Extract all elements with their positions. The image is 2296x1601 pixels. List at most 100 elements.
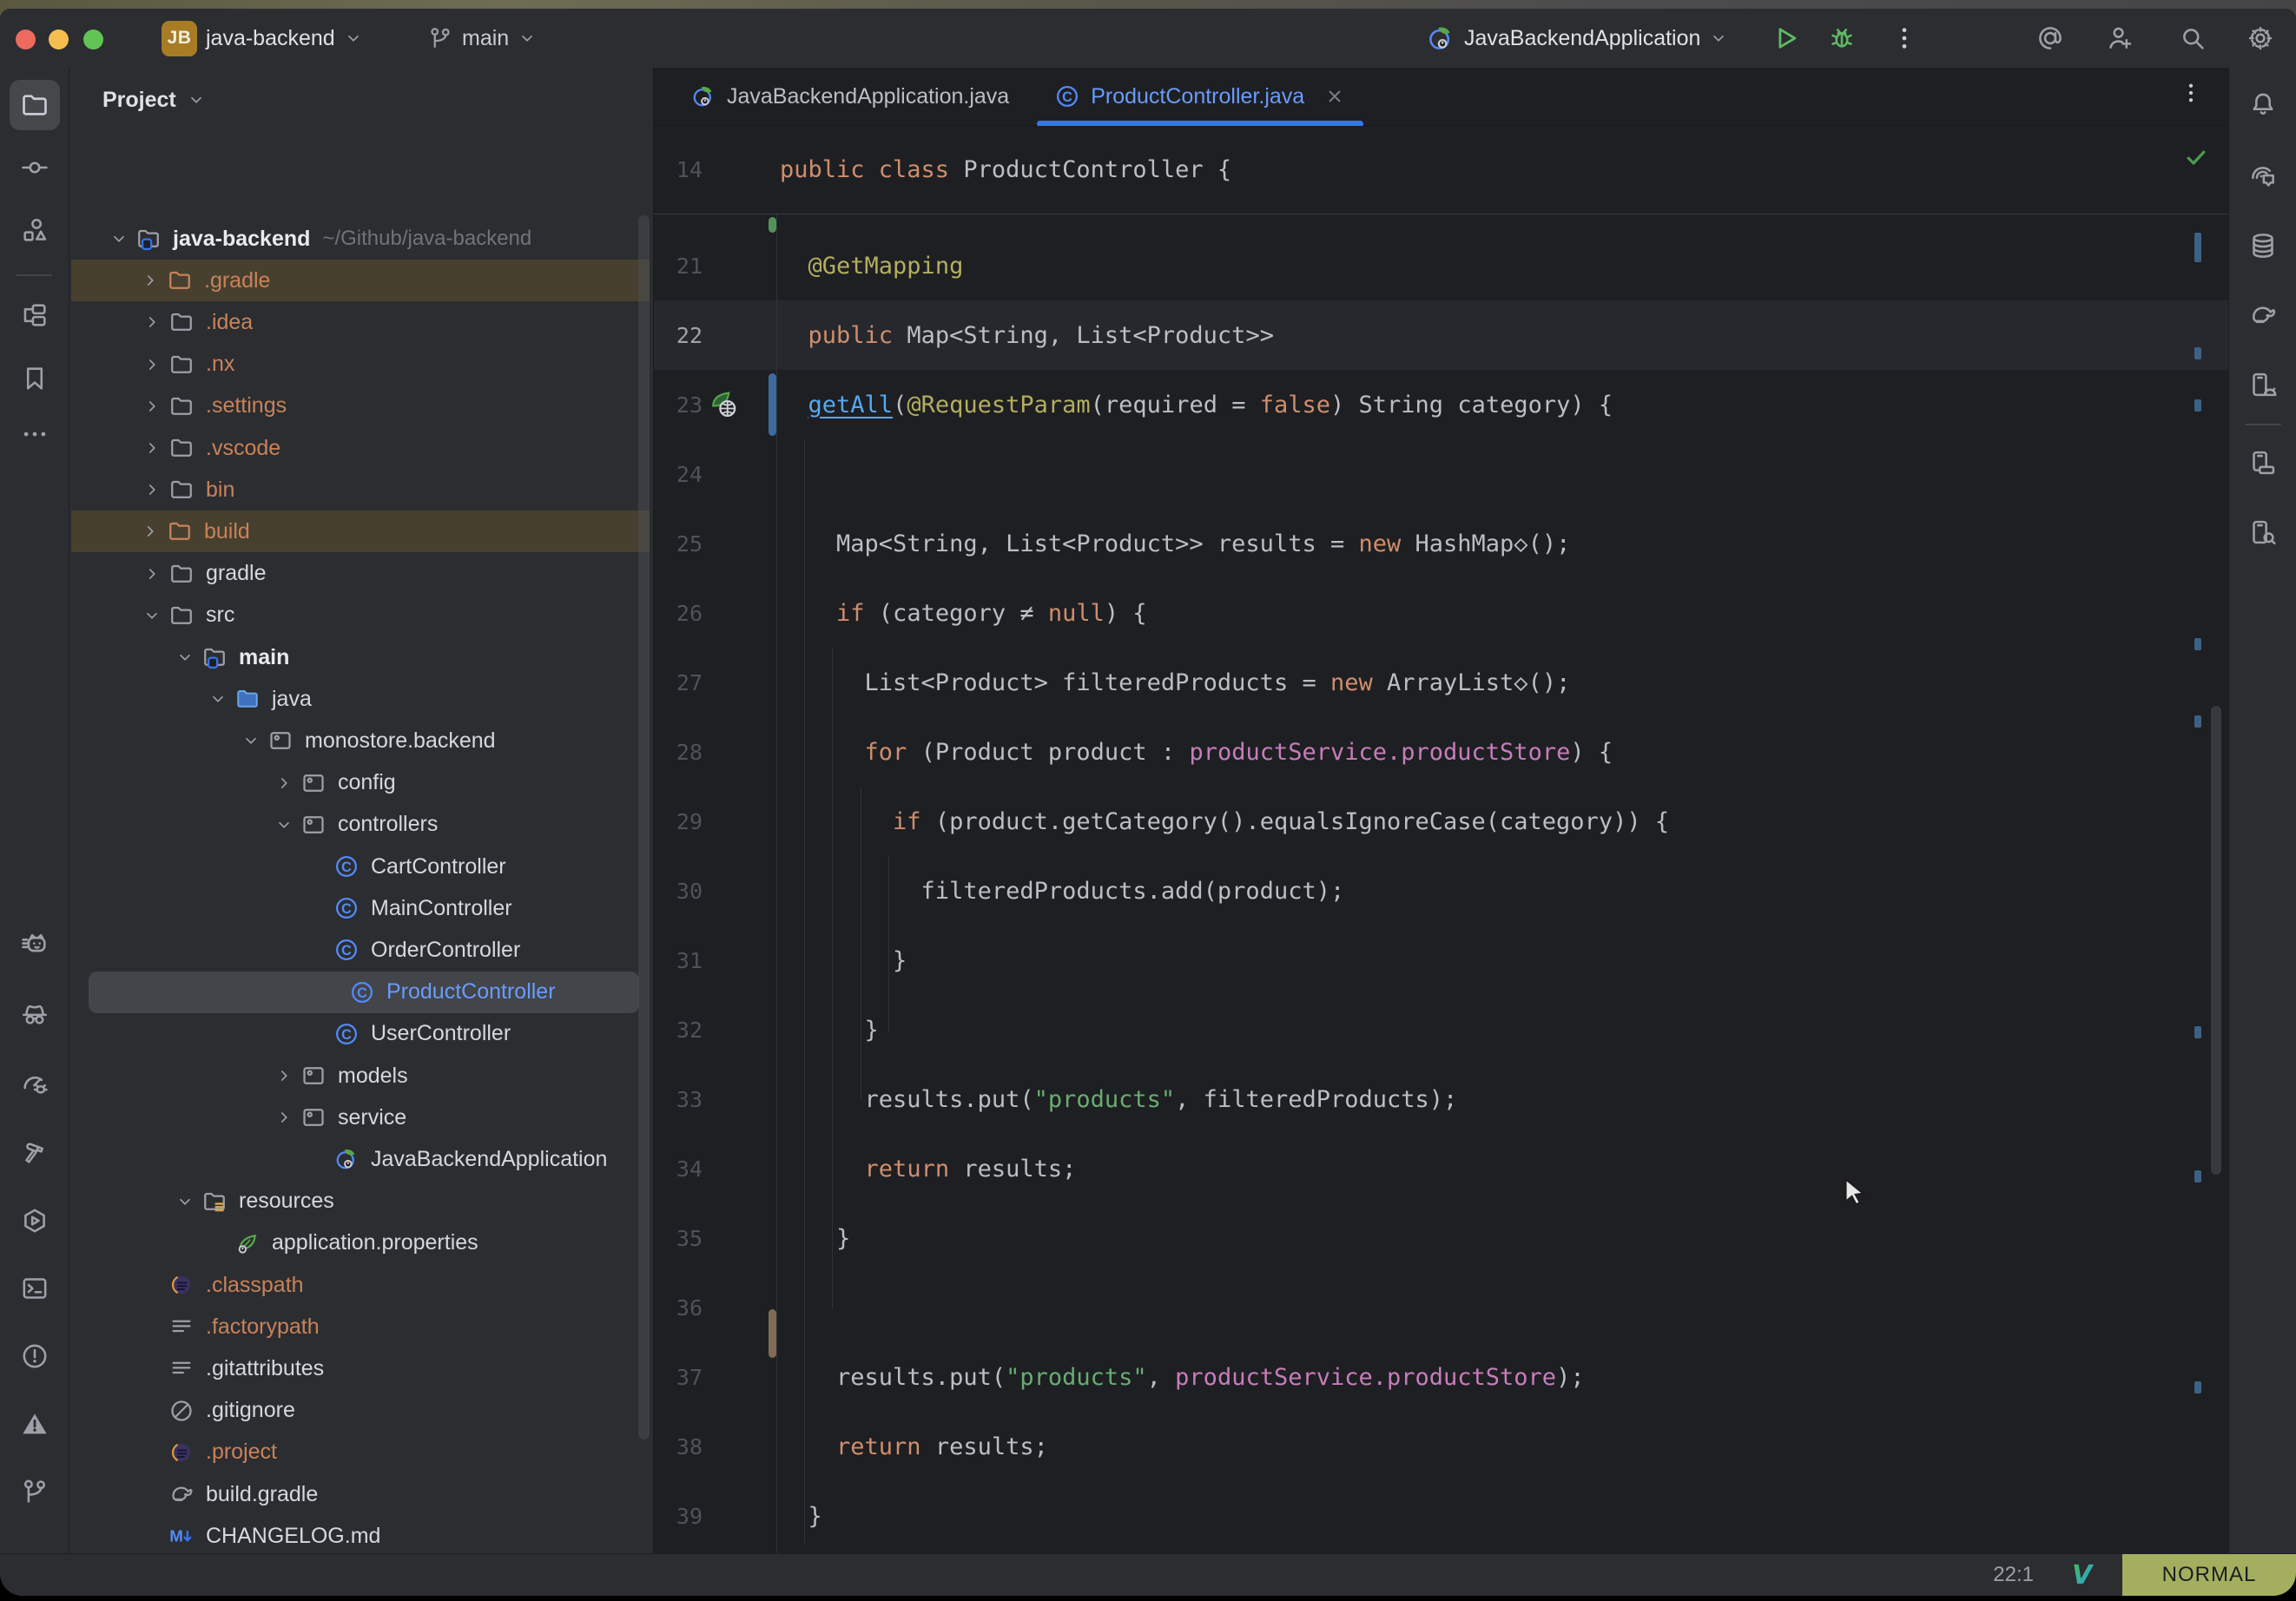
more-run-actions-button[interactable]: [1890, 9, 1919, 68]
tool-services-button[interactable]: [10, 1196, 60, 1246]
maximize-window-button[interactable]: [83, 30, 103, 49]
line-number[interactable]: 35: [654, 1203, 703, 1273]
tree-item--gitignore[interactable]: .gitignore: [73, 1390, 646, 1432]
project-tree-scrollbar[interactable]: [638, 215, 650, 1440]
tree-item-controllers[interactable]: controllers: [73, 804, 646, 846]
code-line-36[interactable]: 36: [654, 1273, 2228, 1342]
code-line-23[interactable]: 23 getAll(@RequestParam(required = false…: [654, 370, 2228, 439]
line-number[interactable]: 14: [654, 126, 703, 214]
minimize-window-button[interactable]: [49, 30, 69, 49]
tool-more-button[interactable]: [10, 409, 60, 459]
line-number[interactable]: 37: [654, 1342, 703, 1412]
caret-position[interactable]: 22:1: [1993, 1563, 2034, 1587]
line-number[interactable]: 30: [654, 856, 703, 926]
line-number[interactable]: 24: [654, 439, 703, 509]
line-number[interactable]: 27: [654, 648, 703, 717]
tree-item-config[interactable]: config: [73, 762, 646, 804]
branch-widget[interactable]: main: [427, 9, 537, 68]
chevron-right-icon[interactable]: [269, 1108, 299, 1127]
chevron-right-icon[interactable]: [137, 355, 167, 374]
line-number[interactable]: 28: [654, 717, 703, 787]
line-number[interactable]: 38: [654, 1412, 703, 1481]
tab-productcontroller-java[interactable]: CProductController.java: [1032, 68, 1369, 125]
chevron-right-icon[interactable]: [137, 313, 167, 332]
project-widget[interactable]: JB java-backend: [162, 9, 363, 68]
tree-item--project[interactable]: .project: [73, 1432, 646, 1473]
tool-ai-assistant-button[interactable]: [2238, 151, 2288, 201]
tree-item-main[interactable]: main: [73, 636, 646, 678]
request-mapping-icon[interactable]: [706, 370, 742, 439]
code-line-22[interactable]: 22 public Map<String, List<Product>>: [654, 300, 2228, 370]
code-line-28[interactable]: 28 for (Product product : productService…: [654, 717, 2228, 787]
chevron-right-icon[interactable]: [135, 271, 165, 290]
tree-item--settings[interactable]: .settings: [73, 385, 646, 427]
tool-copilot-button[interactable]: [10, 919, 60, 970]
tree-item-gradle[interactable]: gradle: [73, 553, 646, 595]
tab-javabackendapplication-java[interactable]: JavaBackendApplication.java: [668, 68, 1032, 125]
vim-mode-badge[interactable]: NORMAL: [2122, 1554, 2296, 1596]
ai-mentions-button[interactable]: [2035, 9, 2065, 68]
code-line-37[interactable]: 37 results.put("products", productServic…: [654, 1342, 2228, 1412]
tool-build-button[interactable]: [10, 1128, 60, 1178]
line-number[interactable]: 26: [654, 578, 703, 648]
chevron-down-icon[interactable]: [170, 1192, 200, 1211]
tool-warnings-button[interactable]: [10, 1399, 60, 1449]
chevron-right-icon[interactable]: [137, 564, 167, 583]
tree-item-usercontroller[interactable]: CUserController: [73, 1013, 646, 1055]
code-line-32[interactable]: 32 }: [654, 995, 2228, 1064]
chevron-right-icon[interactable]: [269, 774, 299, 793]
code-line-34[interactable]: 34 return results;: [654, 1134, 2228, 1203]
line-number[interactable]: 36: [654, 1273, 703, 1342]
tree-item--classpath[interactable]: .classpath: [73, 1264, 646, 1306]
line-number[interactable]: 23: [654, 370, 703, 439]
tool-git-button[interactable]: [10, 1466, 60, 1517]
tree-item-java-backend[interactable]: java-backend~/Github/java-backend: [73, 218, 646, 260]
inspections-ok-icon[interactable]: [2183, 144, 2209, 170]
tree-item--vscode[interactable]: .vscode: [73, 427, 646, 469]
line-number[interactable]: 22: [654, 300, 703, 370]
line-number[interactable]: 32: [654, 995, 703, 1064]
chevron-down-icon[interactable]: [203, 689, 233, 708]
run-configuration-widget[interactable]: JavaBackendApplication: [1426, 9, 1728, 68]
tree-item-maincontroller[interactable]: CMainController: [73, 887, 646, 929]
tree-item-service[interactable]: service: [73, 1097, 646, 1138]
line-number[interactable]: 33: [654, 1064, 703, 1134]
chevron-down-icon[interactable]: [269, 815, 299, 834]
tool-structure-button[interactable]: [10, 205, 60, 255]
tool-notifications-button[interactable]: [2238, 79, 2288, 129]
code-line-25[interactable]: 25 Map<String, List<Product>> results = …: [654, 509, 2228, 578]
tool-running-devices-button[interactable]: [2238, 438, 2288, 488]
tree-item-bin[interactable]: bin: [73, 469, 646, 511]
tree-item-src[interactable]: src: [73, 595, 646, 636]
tool-device-explorer-button[interactable]: [2238, 507, 2288, 557]
line-number[interactable]: 25: [654, 509, 703, 578]
code-line-33[interactable]: 33 results.put("products", filteredProdu…: [654, 1064, 2228, 1134]
chevron-down-icon[interactable]: [137, 606, 167, 625]
tree-item-application-properties[interactable]: application.properties: [73, 1222, 646, 1264]
code-with-me-button[interactable]: [2105, 9, 2134, 68]
close-window-button[interactable]: [16, 30, 36, 49]
tree-item-javabackendapplication[interactable]: JavaBackendApplication: [73, 1138, 646, 1180]
line-number[interactable]: 34: [654, 1134, 703, 1203]
debug-button[interactable]: [1827, 9, 1857, 68]
tree-item--factorypath[interactable]: .factorypath: [73, 1306, 646, 1347]
chevron-right-icon[interactable]: [137, 438, 167, 458]
code-line-30[interactable]: 30 filteredProducts.add(product);: [654, 856, 2228, 926]
code-line-24[interactable]: 24: [654, 439, 2228, 509]
tool-terminal-button[interactable]: [10, 1263, 60, 1314]
code-line-26[interactable]: 26 if (category ≠ null) {: [654, 578, 2228, 648]
tree-item--gitattributes[interactable]: .gitattributes: [73, 1347, 646, 1389]
code-line-39[interactable]: 39 }: [654, 1481, 2228, 1551]
tool-project-button[interactable]: [10, 80, 60, 130]
tree-item-cartcontroller[interactable]: CCartController: [73, 846, 646, 887]
line-number[interactable]: 21: [654, 231, 703, 300]
code-line-38[interactable]: 38 return results;: [654, 1412, 2228, 1481]
settings-button[interactable]: [2246, 9, 2275, 68]
tool-device-manager-button[interactable]: [2238, 359, 2288, 410]
run-button[interactable]: [1771, 9, 1801, 68]
chevron-right-icon[interactable]: [269, 1066, 299, 1085]
tree-item-java[interactable]: java: [73, 678, 646, 720]
tool-hierarchy-button[interactable]: [10, 290, 60, 340]
chevron-down-icon[interactable]: [236, 731, 266, 750]
tool-commit-button[interactable]: [10, 142, 60, 193]
